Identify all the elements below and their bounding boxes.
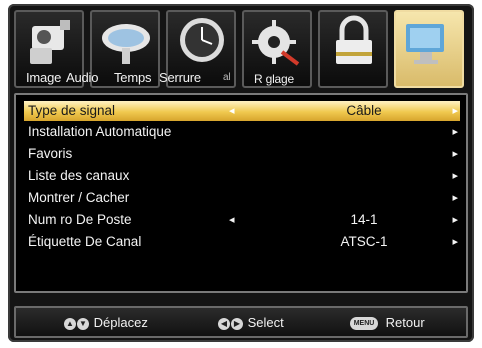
menu-row-value: 14-1 bbox=[350, 212, 378, 227]
right-arrow-icon[interactable]: ▸ bbox=[452, 101, 458, 121]
tab-label-audio: Audio bbox=[66, 70, 99, 85]
padlock-icon bbox=[336, 15, 372, 64]
right-arrow-icon[interactable]: ▸ bbox=[452, 144, 458, 164]
return-hint: MENU Retour bbox=[350, 314, 425, 332]
left-button-icon: ◀ bbox=[218, 317, 230, 330]
clock-icon bbox=[180, 18, 224, 62]
tab-label-partial: al bbox=[223, 72, 231, 83]
menu-row-channel-list[interactable]: Liste des canaux ▸ bbox=[24, 166, 460, 186]
menu-row-label: Montrer / Cacher bbox=[28, 190, 130, 205]
camera-icon bbox=[30, 20, 70, 64]
menu-row-value: ATSC-1 bbox=[340, 234, 388, 249]
settings-menu-panel: Type de signal ◂ Câble ▸ Installation Au… bbox=[14, 93, 468, 293]
right-arrow-icon[interactable]: ▸ bbox=[452, 210, 458, 230]
move-hint: ▲ ▼ Déplacez bbox=[64, 314, 148, 332]
return-hint-label: Retour bbox=[385, 315, 425, 330]
tab-label-temps: Temps bbox=[114, 70, 152, 85]
tab-reglage[interactable] bbox=[394, 10, 464, 88]
menu-row-show-hide[interactable]: Montrer / Cacher ▸ bbox=[24, 188, 460, 208]
right-arrow-icon[interactable]: ▸ bbox=[452, 166, 458, 186]
satellite-dish-icon bbox=[102, 24, 150, 64]
menu-row-favorites[interactable]: Favoris ▸ bbox=[24, 144, 460, 164]
menu-row-label: Favoris bbox=[28, 146, 73, 161]
up-button-icon: ▲ bbox=[64, 317, 76, 330]
key-hint-bar: ▲ ▼ Déplacez ◀ ▶ Select MENU Retour bbox=[14, 306, 468, 338]
menu-tab-strip: Image Audio Temps Serrure al R glage bbox=[14, 10, 470, 90]
menu-row-label: Num ro De Poste bbox=[28, 212, 132, 227]
menu-row-value: Câble bbox=[346, 103, 382, 118]
right-button-icon: ▶ bbox=[231, 317, 243, 330]
down-button-icon: ▼ bbox=[77, 317, 89, 330]
menu-key-icon: MENU bbox=[350, 317, 378, 331]
right-arrow-icon[interactable]: ▸ bbox=[452, 122, 458, 142]
menu-row-auto-install[interactable]: Installation Automatique ▸ bbox=[24, 122, 460, 142]
menu-row-label: Type de signal bbox=[28, 103, 116, 118]
menu-row-channel-label[interactable]: Étiquette De Canal ATSC-1 ▸ bbox=[24, 232, 460, 252]
left-arrow-icon[interactable]: ◂ bbox=[229, 101, 235, 121]
menu-row-label: Étiquette De Canal bbox=[28, 234, 142, 249]
settings-gear-icon bbox=[252, 20, 300, 66]
menu-row-channel-number[interactable]: Num ro De Poste ◂ 14-1 ▸ bbox=[24, 210, 460, 230]
tab-lock[interactable] bbox=[318, 10, 388, 88]
tab-label-reglage: R glage bbox=[254, 72, 294, 86]
right-arrow-icon[interactable]: ▸ bbox=[452, 188, 458, 208]
tab-label-image: Image bbox=[26, 70, 62, 85]
menu-row-label: Installation Automatique bbox=[28, 124, 172, 139]
select-hint: ◀ ▶ Select bbox=[218, 314, 284, 332]
select-hint-label: Select bbox=[247, 315, 284, 330]
left-arrow-icon[interactable]: ◂ bbox=[229, 210, 235, 230]
move-hint-label: Déplacez bbox=[93, 315, 148, 330]
tab-label-serrure: Serrure bbox=[159, 70, 201, 85]
menu-row-signal-type[interactable]: Type de signal ◂ Câble ▸ bbox=[24, 101, 460, 121]
menu-row-label: Liste des canaux bbox=[28, 168, 130, 183]
monitor-icon bbox=[406, 24, 444, 64]
right-arrow-icon[interactable]: ▸ bbox=[452, 232, 458, 252]
